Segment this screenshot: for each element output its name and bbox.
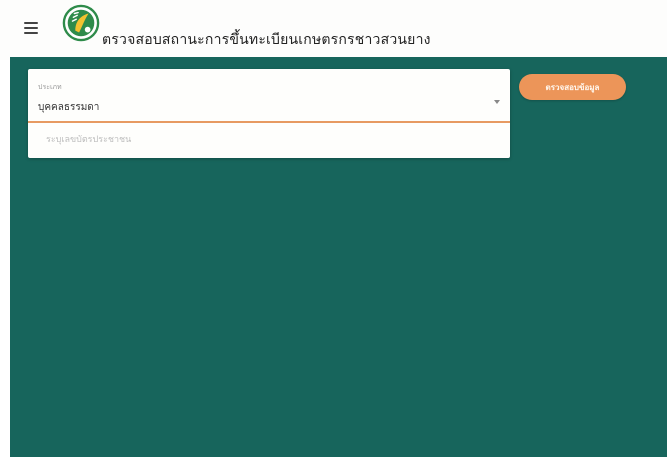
- check-data-button[interactable]: ตรวจสอบข้อมูล: [519, 74, 626, 100]
- search-form-card: ประเภท บุคคลธรรมดา: [28, 69, 510, 158]
- rubber-tree-logo-icon: [62, 4, 100, 42]
- main-content-area: ประเภท บุคคลธรรมดา ตรวจสอบข้อมูล: [10, 57, 667, 457]
- person-type-select[interactable]: ประเภท บุคคลธรรมดา: [28, 69, 510, 123]
- citizen-id-input[interactable]: [28, 125, 510, 155]
- page-title: ตรวจสอบสถานะการขึ้นทะเบียนเกษตรกรชาวสวนย…: [102, 32, 431, 48]
- top-app-bar: ตรวจสอบสถานะการขึ้นทะเบียนเกษตรกรชาวสวนย…: [0, 0, 667, 60]
- person-type-label: ประเภท: [38, 83, 62, 91]
- hamburger-menu-icon[interactable]: [24, 22, 38, 34]
- caret-down-icon: [494, 100, 500, 104]
- person-type-value: บุคคลธรรมดา: [38, 102, 100, 113]
